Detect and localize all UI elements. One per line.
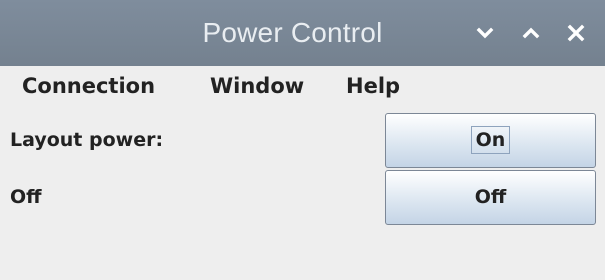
menu-window[interactable]: Window xyxy=(210,74,304,98)
menu-help[interactable]: Help xyxy=(346,74,400,98)
chevron-down-icon xyxy=(476,27,494,39)
minimize-button[interactable] xyxy=(470,18,500,48)
window-title: Power Control xyxy=(0,0,605,66)
close-icon xyxy=(567,24,585,42)
on-button[interactable]: On xyxy=(385,113,596,168)
menubar: Connection Window Help xyxy=(0,66,605,108)
chevron-up-icon xyxy=(522,27,540,39)
menu-connection[interactable]: Connection xyxy=(22,74,155,98)
close-button[interactable] xyxy=(561,18,591,48)
titlebar[interactable]: Power Control xyxy=(0,0,605,66)
app-window: Power Control Connection Window Help Lay… xyxy=(0,0,605,280)
window-title-text: Power Control xyxy=(202,17,383,48)
power-status-label: Off xyxy=(10,186,42,208)
maximize-button[interactable] xyxy=(516,18,546,48)
off-button[interactable]: Off xyxy=(385,170,596,225)
off-button-label: Off xyxy=(474,186,507,208)
layout-power-label: Layout power: xyxy=(10,129,164,151)
on-button-label: On xyxy=(470,126,511,154)
